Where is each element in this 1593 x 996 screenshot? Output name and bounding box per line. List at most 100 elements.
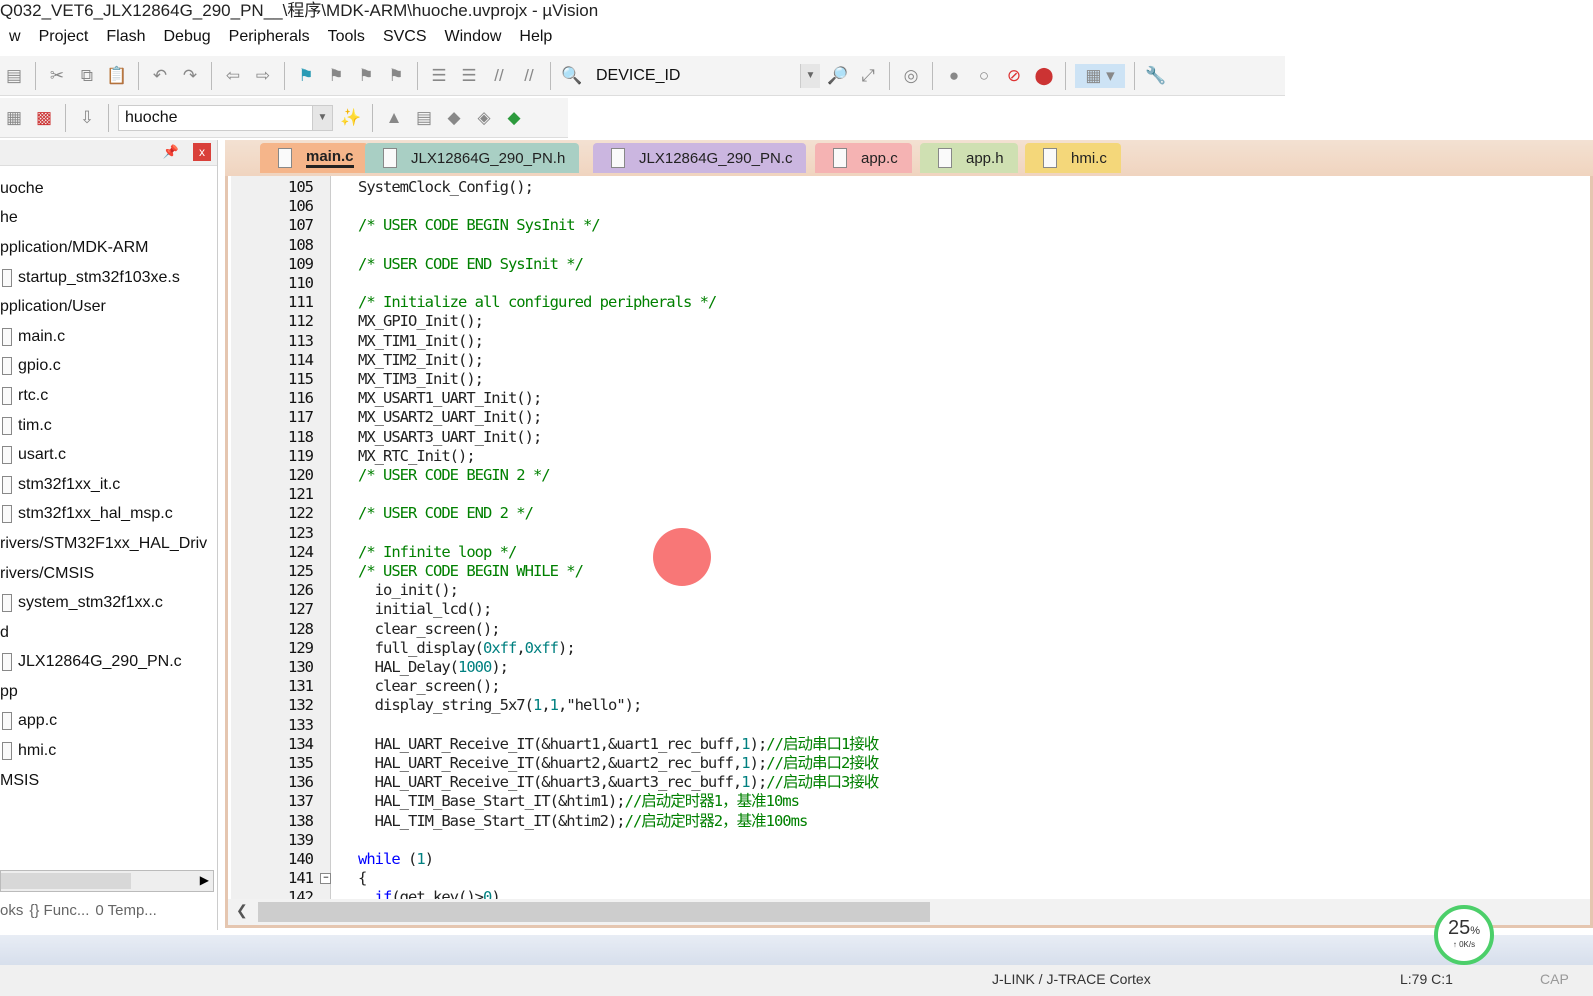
kill-breakpoints-icon[interactable]: ⬤ [1032, 64, 1056, 88]
find-in-files-icon[interactable]: 🔍 [560, 64, 584, 88]
nav-back-icon[interactable]: ⇦ [221, 64, 245, 88]
incremental-find-icon[interactable]: ⤢ [856, 64, 880, 88]
tree-item[interactable]: usart.c [0, 440, 207, 470]
panel-tab[interactable]: 0 Temp... [95, 902, 156, 919]
tree-item[interactable]: he [0, 204, 207, 234]
copy-icon[interactable]: ⧉ [75, 64, 99, 88]
horizontal-scrollbar[interactable]: ▶ [0, 870, 214, 892]
comment-icon[interactable]: // [487, 64, 511, 88]
target-select[interactable]: huoche ▼ [118, 104, 333, 131]
menu-item-svcs[interactable]: SVCS [374, 28, 436, 50]
run-time-environment-icon[interactable]: ◆ [502, 106, 526, 130]
code-line[interactable]: /* USER CODE BEGIN 2 */ [358, 466, 551, 485]
code-line[interactable]: MX_TIM1_Init(); [358, 332, 484, 351]
code-line[interactable]: /* Infinite loop */ [358, 543, 517, 562]
chevron-down-icon[interactable]: ▼ [312, 105, 332, 130]
menu-item-project[interactable]: Project [30, 28, 98, 50]
next-bookmark-icon[interactable]: ⚑ [354, 64, 378, 88]
tree-item[interactable]: startup_stm32f103xe.s [0, 263, 207, 293]
stop-build-icon[interactable]: ▩ [32, 106, 56, 130]
tab-hmi-c[interactable]: hmi.c [1025, 143, 1121, 173]
panel-tab[interactable]: {} Func... [29, 902, 89, 919]
tree-item[interactable]: gpio.c [0, 352, 207, 382]
disable-all-breakpoints-icon[interactable]: ⊘ [1002, 64, 1026, 88]
tree-item[interactable]: rivers/CMSIS [0, 559, 207, 589]
code-line[interactable]: HAL_TIM_Base_Start_IT(&htim2);//启动定时器2，基… [358, 812, 809, 831]
configure-icon[interactable]: 🔧 [1144, 64, 1168, 88]
debug-session-icon[interactable]: ◎ [899, 64, 923, 88]
tree-item[interactable]: MSIS [0, 766, 207, 796]
tree-item[interactable]: uoche [0, 174, 207, 204]
tree-item[interactable]: stm32f1xx_hal_msp.c [0, 500, 207, 530]
uncomment-icon[interactable]: // [517, 64, 541, 88]
menu-item-w[interactable]: w [0, 28, 30, 50]
code-line[interactable]: SystemClock_Config(); [358, 178, 534, 197]
tree-item[interactable]: main.c [0, 322, 207, 352]
code-line[interactable]: /* USER CODE BEGIN SysInit */ [358, 216, 601, 235]
tree-item[interactable]: pp [0, 677, 207, 707]
code-line[interactable]: MX_TIM2_Init(); [358, 351, 484, 370]
tab-app-c[interactable]: app.c [815, 143, 912, 173]
nav-forward-icon[interactable]: ⇨ [251, 64, 275, 88]
menu-item-help[interactable]: Help [510, 28, 561, 50]
tree-item[interactable]: system_stm32f1xx.c [0, 588, 207, 618]
code-line[interactable]: MX_TIM3_Init(); [358, 370, 484, 389]
cut-icon[interactable]: ✂ [45, 64, 69, 88]
file-extensions-icon[interactable]: ▲ [382, 106, 406, 130]
panel-tab[interactable]: oks [0, 902, 23, 919]
undo-icon[interactable]: ↶ [148, 64, 172, 88]
tree-item[interactable]: tim.c [0, 411, 207, 441]
tree-item[interactable]: d [0, 618, 207, 648]
rebuild-icon[interactable]: ▦ [2, 106, 26, 130]
manage-components-icon[interactable]: ▤ [412, 106, 436, 130]
clear-bookmarks-icon[interactable]: ⚑ [384, 64, 408, 88]
indent-icon[interactable]: ☰ [427, 64, 451, 88]
tree-item[interactable]: pplication/MDK-ARM [0, 233, 207, 263]
code-line[interactable]: /* Initialize all configured peripherals… [358, 293, 717, 312]
find-icon[interactable]: 🔎 [826, 64, 850, 88]
tab-main-c[interactable]: main.c [260, 143, 368, 173]
redo-icon[interactable]: ↷ [178, 64, 202, 88]
select-packs-icon[interactable]: ◆ [442, 106, 466, 130]
bookmark-icon[interactable]: ⚑ [294, 64, 318, 88]
chevron-down-icon[interactable]: ▼ [800, 63, 820, 88]
code-line[interactable]: HAL_UART_Receive_IT(&huart1,&uart1_rec_b… [358, 735, 880, 754]
paste-icon[interactable]: 📋 [105, 64, 129, 88]
network-gauge[interactable]: 25% ↑ 0K/s [1434, 905, 1494, 965]
unindent-icon[interactable]: ☰ [457, 64, 481, 88]
code-line[interactable]: full_display(0xff,0xff); [358, 639, 576, 658]
code-line[interactable]: clear_screen(); [358, 677, 501, 696]
tab-jlx12864g_290_pn-c[interactable]: JLX12864G_290_PN.c [593, 143, 807, 173]
fold-collapse-icon[interactable]: − [320, 873, 331, 885]
code-line[interactable]: MX_RTC_Init(); [358, 447, 476, 466]
code-line[interactable]: MX_USART2_UART_Init(); [358, 408, 542, 427]
arrow-right-icon[interactable]: ▶ [200, 873, 209, 887]
breakpoint-icon[interactable]: ● [942, 64, 966, 88]
code-line[interactable]: { [358, 869, 367, 888]
close-icon[interactable]: x [193, 143, 211, 161]
save-all-icon[interactable]: ▤ [2, 64, 26, 88]
code-editor[interactable]: 105 SystemClock_Config(); 106 107 /* USER CO… [225, 176, 1593, 928]
tree-item[interactable]: rtc.c [0, 381, 207, 411]
code-line[interactable]: HAL_Delay(1000); [358, 658, 509, 677]
tree-item[interactable]: hmi.c [0, 736, 207, 766]
code-line[interactable]: while (1) [358, 850, 434, 869]
menu-item-debug[interactable]: Debug [154, 28, 219, 50]
editor-horizontal-scrollbar[interactable]: ❮ [228, 899, 1590, 925]
menu-item-window[interactable]: Window [436, 28, 511, 50]
code-line[interactable]: io_init(); [358, 581, 459, 600]
tab-app-h[interactable]: app.h [920, 143, 1018, 173]
pack-installer-icon[interactable]: ◈ [472, 106, 496, 130]
tab-jlx12864g_290_pn-h[interactable]: JLX12864G_290_PN.h [365, 143, 580, 173]
tree-item[interactable]: stm32f1xx_it.c [0, 470, 207, 500]
code-line[interactable]: HAL_UART_Receive_IT(&huart2,&uart2_rec_b… [358, 754, 880, 773]
pin-icon[interactable]: 📌 [163, 144, 179, 160]
code-line[interactable]: display_string_5x7(1,1,"hello"); [358, 696, 643, 715]
code-line[interactable]: MX_USART1_UART_Init(); [358, 389, 542, 408]
code-line[interactable]: HAL_UART_Receive_IT(&huart3,&uart3_rec_b… [358, 773, 880, 792]
code-line[interactable]: clear_screen(); [358, 620, 501, 639]
menu-item-peripherals[interactable]: Peripherals [220, 28, 319, 50]
code-line[interactable]: MX_GPIO_Init(); [358, 312, 484, 331]
code-line[interactable]: HAL_TIM_Base_Start_IT(&htim1);//启动定时器1，基… [358, 792, 800, 811]
prev-bookmark-icon[interactable]: ⚑ [324, 64, 348, 88]
